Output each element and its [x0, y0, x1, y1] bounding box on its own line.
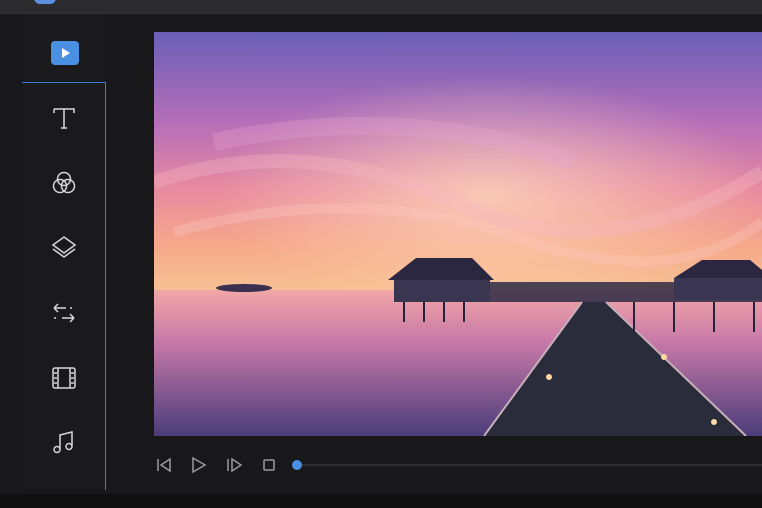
play-icon	[192, 456, 207, 474]
sunset-photo-image	[154, 32, 762, 436]
music-tool-button[interactable]	[44, 423, 84, 463]
transition-arrows-icon	[53, 303, 75, 323]
stop-button[interactable]	[259, 455, 279, 475]
video-tab-button[interactable]	[51, 41, 79, 65]
title-bar	[0, 0, 762, 14]
app-logo-icon	[34, 0, 56, 4]
playback-controls	[154, 448, 762, 482]
bottom-bar	[0, 494, 762, 508]
text-tool-button[interactable]	[44, 98, 84, 138]
stop-icon	[263, 459, 275, 471]
tool-sidebar	[22, 14, 106, 490]
filter-circles-icon	[52, 171, 76, 194]
text-icon	[53, 108, 75, 129]
film-icon	[52, 367, 76, 389]
play-button[interactable]	[188, 455, 208, 475]
video-play-icon	[62, 48, 70, 58]
overlay-tool-button[interactable]	[44, 228, 84, 268]
progress-knob[interactable]	[292, 460, 302, 470]
layers-icon	[51, 236, 77, 258]
elements-tool-button[interactable]	[44, 358, 84, 398]
sidebar-tools-list	[22, 82, 106, 490]
previous-frame-icon	[157, 457, 171, 473]
next-frame-button[interactable]	[224, 455, 244, 475]
previous-frame-button[interactable]	[154, 455, 174, 475]
transition-tool-button[interactable]	[44, 293, 84, 333]
music-note-icon	[53, 431, 73, 454]
progress-track[interactable]	[296, 464, 762, 466]
sidebar-media-section	[22, 14, 106, 82]
video-preview[interactable]	[154, 32, 762, 436]
filter-tool-button[interactable]	[44, 163, 84, 203]
next-frame-icon	[227, 457, 243, 473]
